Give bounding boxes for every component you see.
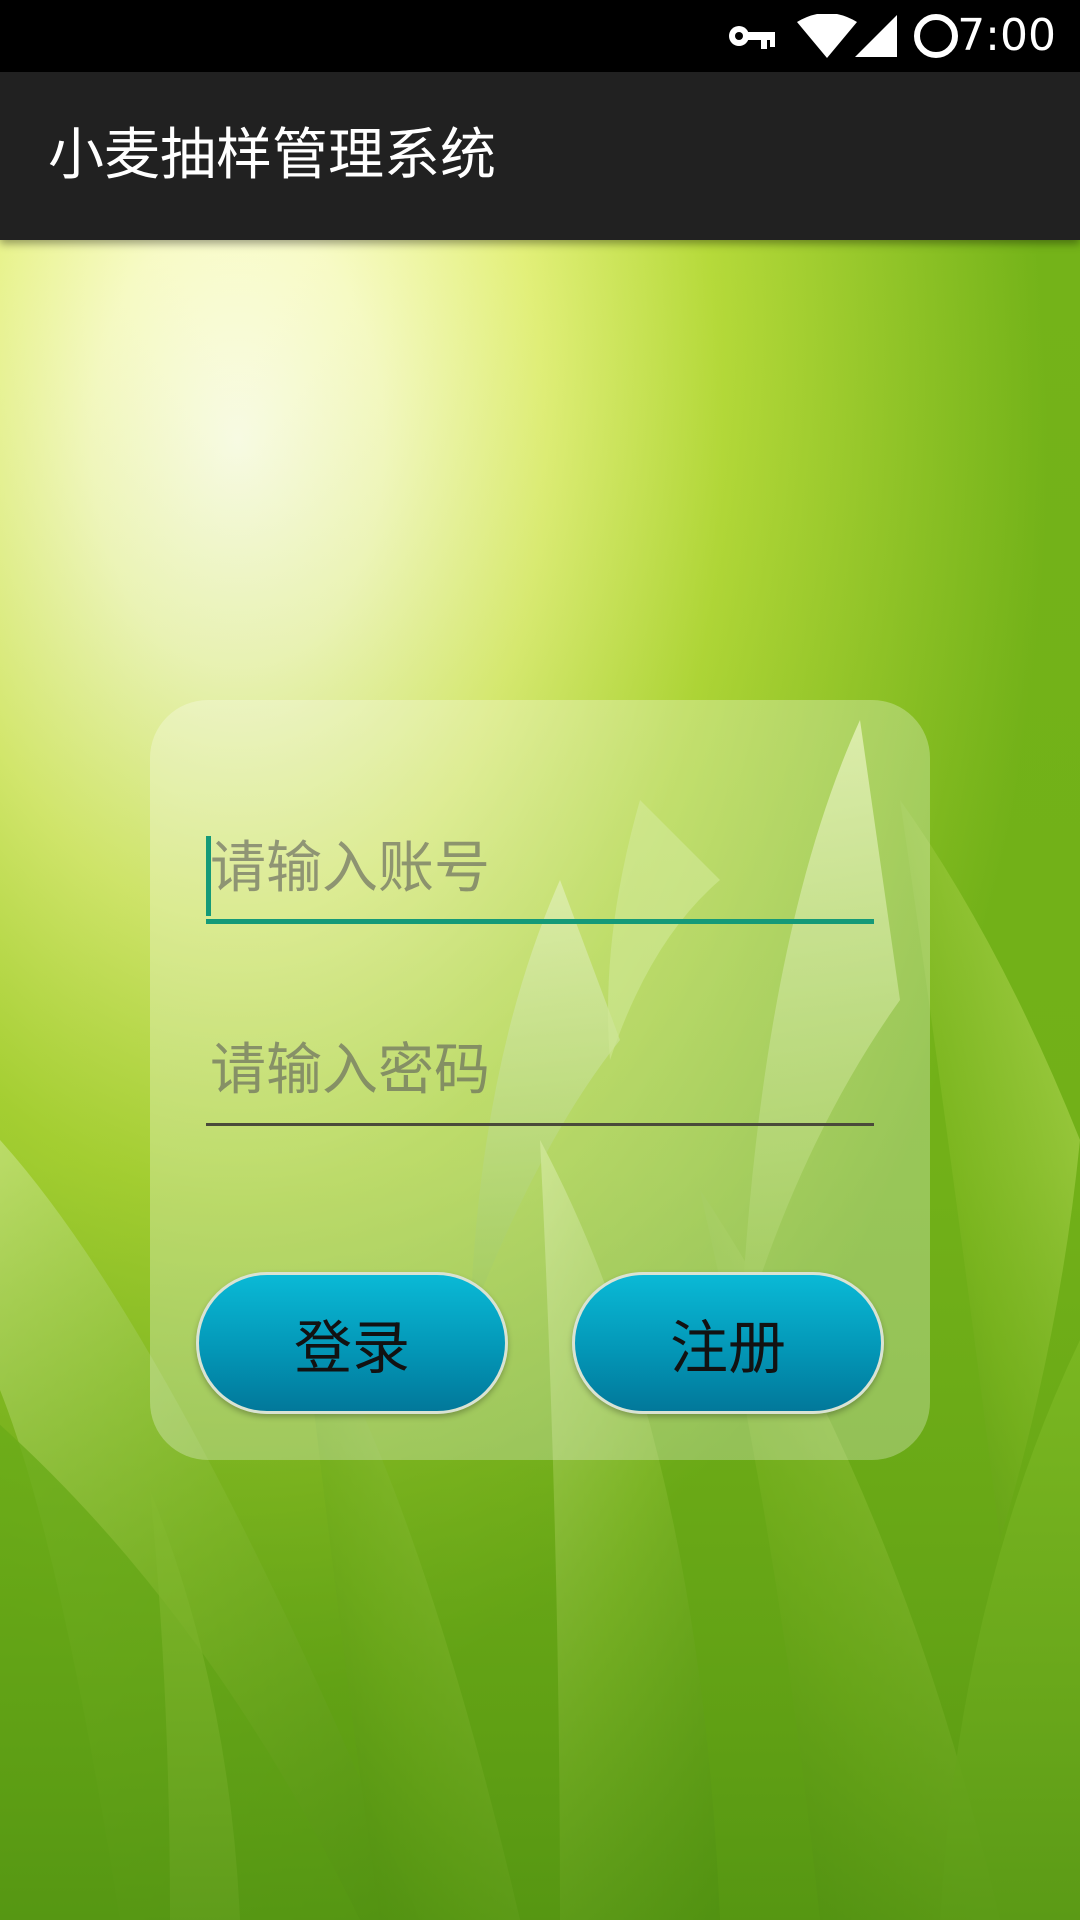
login-screen: 7:00 小麦抽样管理系统 请输入账号 登录 注册: [0, 0, 1080, 1920]
account-underline: [206, 919, 874, 924]
wifi-icon: [796, 0, 858, 72]
login-button-label: 登录: [293, 1314, 410, 1382]
password-underline: [206, 1123, 874, 1126]
vpn-key-icon: [726, 0, 778, 72]
account-field[interactable]: [206, 828, 874, 924]
text-cursor: [206, 836, 211, 916]
account-input[interactable]: [206, 828, 874, 908]
cell-signal-icon: [854, 0, 898, 72]
password-input[interactable]: [206, 1030, 874, 1110]
status-time: 7:00: [957, 10, 1056, 61]
circle-icon: [912, 0, 960, 72]
status-bar: 7:00: [0, 0, 1080, 72]
app-bar: 小麦抽样管理系统: [0, 72, 1080, 240]
login-button[interactable]: 登录: [196, 1272, 508, 1414]
login-card: 登录 注册: [150, 700, 930, 1460]
register-button[interactable]: 注册: [572, 1272, 884, 1414]
app-title: 小麦抽样管理系统: [48, 123, 496, 188]
password-field[interactable]: [206, 1030, 874, 1126]
register-button-label: 注册: [669, 1314, 786, 1382]
